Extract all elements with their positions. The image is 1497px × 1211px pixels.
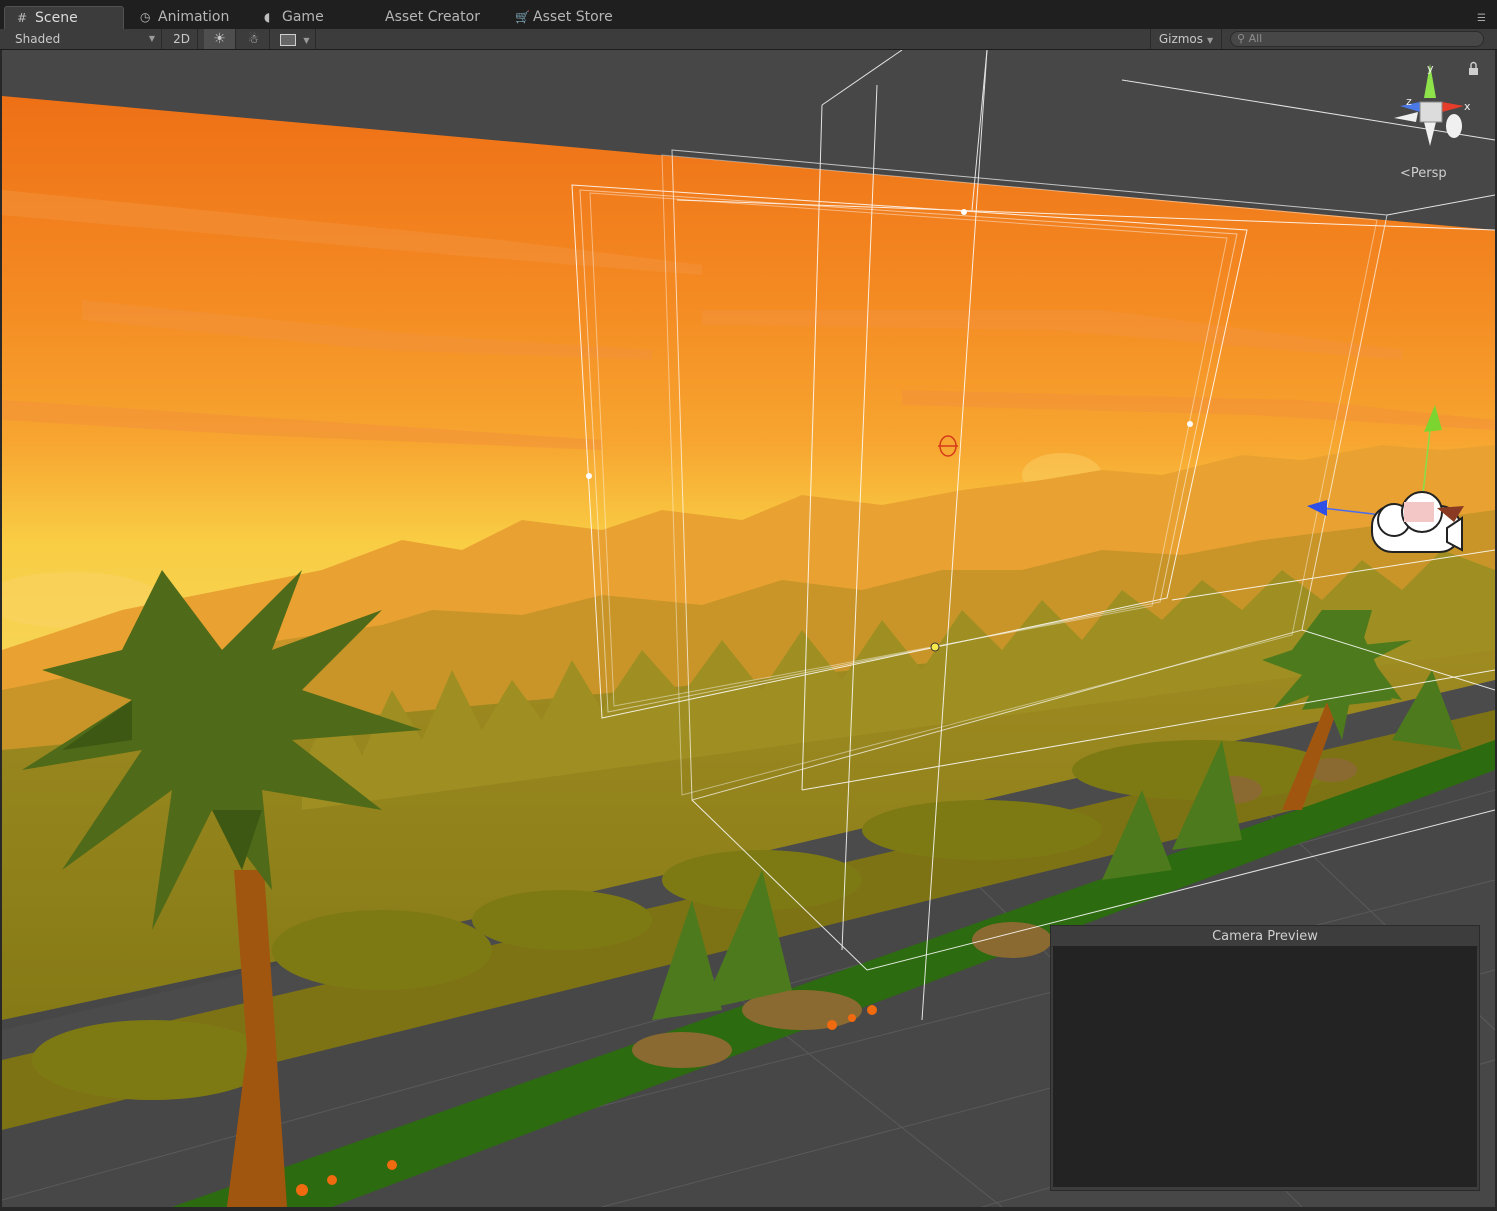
lock-icon[interactable] <box>1469 61 1478 76</box>
toggle-2d-button[interactable]: 2D <box>166 29 198 49</box>
image-effects-icon <box>279 33 296 46</box>
image-effects-dropdown[interactable]: ▼ <box>274 29 316 49</box>
axis-x-label: x <box>1464 100 1471 113</box>
draw-mode-dropdown[interactable]: Shaded ▼ <box>0 29 162 49</box>
tab-menu-icon[interactable]: ☰ <box>1477 14 1491 24</box>
asset-store-bag-icon: 🛒 <box>515 10 530 24</box>
tab-game[interactable]: ◖ Game <box>252 6 362 29</box>
tab-scene[interactable]: # Scene <box>4 6 124 29</box>
tab-asset-store[interactable]: 🛒 Asset Store <box>503 6 633 29</box>
axis-z-label: z <box>1406 95 1412 108</box>
tab-animation[interactable]: ◷ Animation <box>128 6 243 29</box>
speaker-icon: ☃ <box>248 32 259 46</box>
hierarchy-search-input[interactable]: ⚲ All <box>1230 31 1484 47</box>
chevron-left-icon: < <box>1400 166 1411 181</box>
chevron-down-icon: ▼ <box>303 36 310 45</box>
scene-lighting-toggle[interactable]: ☀ <box>204 29 236 49</box>
chevron-down-icon: ▼ <box>1207 36 1214 45</box>
sun-icon: ☀ <box>213 31 226 47</box>
orientation-gizmo[interactable]: y x z <box>1394 62 1471 146</box>
camera-preview-panel: Camera Preview <box>1050 925 1480 1191</box>
chevron-down-icon: ▼ <box>148 34 155 43</box>
tab-asset-creator[interactable]: Asset Creator <box>373 6 498 29</box>
camera-preview-screen <box>1053 946 1477 1187</box>
scene-toolbar: Shaded ▼ 2D ☀ ☃ ▼ Gizmos ▼ ⚲ All <box>0 29 1497 50</box>
camera-preview-title: Camera Preview <box>1051 926 1479 947</box>
scene-audio-toggle[interactable]: ☃ <box>238 29 270 49</box>
editor-tab-bar: # Scene ◷ Animation ◖ Game Asset Creator 🛒 A… <box>0 0 1497 29</box>
scene-grid-icon: # <box>17 11 28 25</box>
scene-viewport[interactable]: y x z <Persp Camera Preview <box>2 50 1495 1207</box>
search-icon: ⚲ <box>1237 32 1246 45</box>
animation-clock-icon: ◷ <box>140 10 151 24</box>
game-pacman-icon: ◖ <box>264 10 271 24</box>
axis-y-label: y <box>1427 62 1434 75</box>
projection-label[interactable]: <Persp <box>1400 166 1447 181</box>
gizmos-dropdown[interactable]: Gizmos ▼ <box>1150 29 1222 49</box>
